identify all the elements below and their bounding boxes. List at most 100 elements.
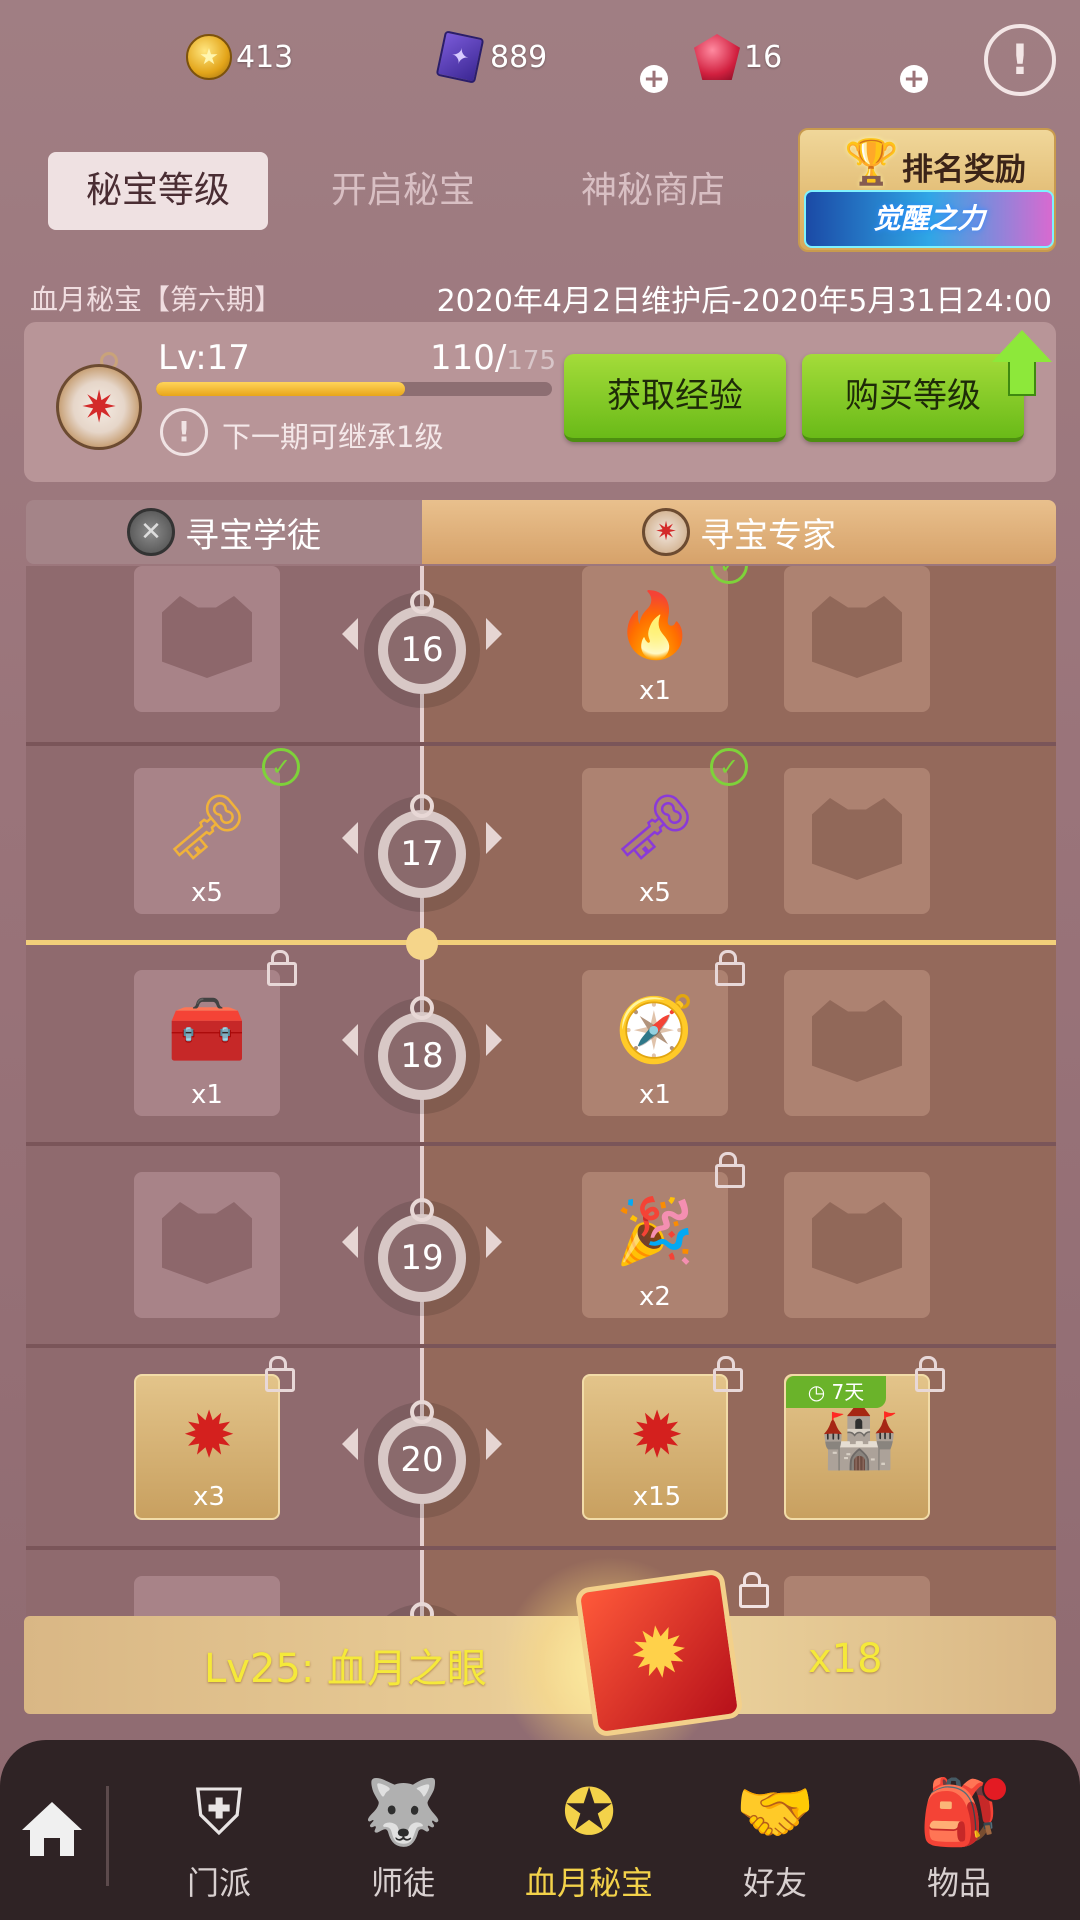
reward-slot-blood-eye[interactable]: ✹ x15: [582, 1356, 743, 1520]
reward-qty: x1: [639, 676, 671, 706]
nav-label: 门派: [186, 1864, 251, 1902]
up-arrow-icon: [992, 330, 1052, 362]
reward-slot-purple-key[interactable]: 🗝 x5 ✓: [582, 748, 748, 914]
season-date-range: 2020年4月2日维护后-2020年5月31日24:00: [436, 284, 1052, 319]
rank-reward-button[interactable]: 🏆 排名奖励 觉醒之力: [798, 128, 1056, 252]
level-node: 19: [378, 1198, 466, 1302]
add-cards-button[interactable]: +: [640, 65, 668, 93]
lock-icon: [264, 950, 297, 986]
rank-reward-title: 排名奖励: [902, 152, 1026, 188]
nav-label: 好友: [742, 1864, 807, 1902]
info-icon[interactable]: !: [160, 408, 208, 456]
reward-slot-partial[interactable]: [784, 1576, 930, 1616]
empty-box-icon: [162, 596, 252, 678]
reward-slot-empty[interactable]: [134, 566, 280, 712]
check-icon: ✓: [710, 566, 748, 584]
reward-slot-chest[interactable]: 🧰 x1: [134, 950, 297, 1116]
reward-slot-empty[interactable]: [134, 1172, 280, 1318]
reward-qty: x5: [191, 878, 223, 908]
empty-box-icon: [812, 1000, 902, 1082]
buy-level-button[interactable]: 购买等级: [802, 354, 1024, 442]
reward-row-18: 🧰 x1 18 🧭 x1: [26, 944, 1056, 1147]
compass-icon: ✷: [56, 352, 144, 450]
track-apprentice-header[interactable]: ✕ 寻宝学徒: [26, 500, 422, 564]
lock-icon: [736, 1572, 769, 1608]
reward-slot-mansion[interactable]: 🏰 ◷ 7天: [784, 1356, 945, 1520]
blood-eye-icon: ✹: [574, 1568, 744, 1738]
arrow-right-icon: [486, 1226, 502, 1258]
alert-icon[interactable]: !: [984, 24, 1056, 96]
reward-slot-blood-eye[interactable]: ✹ x3: [134, 1356, 295, 1520]
nav-item-items[interactable]: 🎒 物品: [884, 1774, 1034, 1914]
reward-slot-gold-key[interactable]: 🗝 x5 ✓: [134, 748, 300, 914]
up-arrow-stem: [1008, 362, 1036, 396]
add-gems-button[interactable]: +: [900, 65, 928, 93]
reward-slot-compass[interactable]: 🧭 x1: [582, 950, 745, 1116]
nav-label: 师徒: [370, 1864, 435, 1902]
xp-text: 110/175: [430, 338, 556, 378]
grey-compass-icon: ✕: [127, 508, 175, 556]
level-node: 17: [378, 794, 466, 898]
level-number: 18: [388, 1022, 456, 1090]
level-node: 16: [378, 590, 466, 694]
track-expert-header[interactable]: ✷ 寻宝专家: [422, 500, 1056, 564]
reward-slot-empty[interactable]: [784, 970, 930, 1116]
compass-icon: ✪: [562, 1776, 616, 1850]
shield-icon: ⛨: [195, 1776, 243, 1850]
tab-mystery-shop[interactable]: 神秘商店: [543, 152, 763, 230]
timer-text: 7天: [831, 1380, 865, 1404]
reward-slot-partial[interactable]: [134, 1576, 280, 1616]
arrow-right-icon: [486, 822, 502, 854]
torch-icon: 🔥: [615, 589, 695, 663]
reward-slot-empty[interactable]: [784, 768, 930, 914]
arrow-left-icon: [342, 1024, 358, 1056]
red-compass-icon: 🧭: [615, 993, 695, 1067]
reward-track[interactable]: 16 🔥 x1 ✓ 🗝 x5 ✓ 17 🗝 x5 ✓: [26, 566, 1056, 1616]
tab-open-treasure[interactable]: 开启秘宝: [298, 152, 508, 230]
reward-slot-empty[interactable]: [784, 1172, 930, 1318]
get-exp-button[interactable]: 获取经验: [564, 354, 786, 442]
arrow-right-icon: [486, 1024, 502, 1056]
level-number: 20: [388, 1426, 456, 1494]
nav-item-blood-moon-treasure[interactable]: ✪ 血月秘宝: [514, 1774, 664, 1914]
milestone-title: Lv25: 血月之眼: [204, 1646, 488, 1692]
reward-qty: x1: [639, 1080, 671, 1110]
gem-currency: 16: [694, 32, 782, 82]
tab-treasure-level[interactable]: 秘宝等级: [48, 152, 268, 230]
lock-icon: [712, 1152, 745, 1188]
trophy-icon: 🏆: [844, 137, 899, 188]
reward-slot-empty[interactable]: [784, 566, 930, 712]
gold-key-icon: 🗝: [166, 791, 248, 865]
party-popper-icon: 🎉: [615, 1195, 695, 1269]
reward-slot-party-popper[interactable]: 🎉 x2: [582, 1152, 745, 1318]
home-icon[interactable]: [16, 1798, 86, 1868]
notification-dot: [982, 1776, 1008, 1802]
wolf-icon: 🐺: [363, 1776, 443, 1850]
reward-qty: x1: [191, 1080, 223, 1110]
coin-icon: ★: [186, 34, 232, 80]
nav-item-friends[interactable]: 🤝 好友: [700, 1774, 850, 1914]
treasure-chest-icon: 🧰: [167, 993, 247, 1067]
lock-icon: [262, 1356, 295, 1392]
reward-row-20: ✹ x3 20 ✹ x15 🏰 ◷ 7天: [26, 1348, 1056, 1551]
reward-qty: x5: [639, 878, 671, 908]
reward-qty: x15: [632, 1482, 682, 1512]
reward-slot-torch[interactable]: 🔥 x1 ✓: [582, 566, 748, 712]
nav-item-mentor[interactable]: 🐺 师徒: [328, 1774, 478, 1914]
arrow-left-icon: [342, 618, 358, 650]
level-number: 17: [388, 820, 456, 888]
reward-qty: x3: [193, 1482, 225, 1512]
card-icon: ✦: [435, 30, 485, 84]
level-text: Lv:17: [158, 338, 250, 378]
nav-divider: [106, 1786, 109, 1886]
gem-count: 16: [744, 39, 783, 75]
nav-item-sect[interactable]: ⛨ 门派: [144, 1774, 294, 1914]
track-apprentice-label: 寻宝学徒: [185, 515, 321, 556]
purple-key-icon: 🗝: [614, 791, 696, 865]
blood-eye-icon: ✹: [630, 1399, 684, 1473]
empty-box-icon: [812, 798, 902, 880]
arrow-right-icon: [486, 618, 502, 650]
level-node: 20: [378, 1400, 466, 1504]
milestone-reward-banner[interactable]: Lv25: 血月之眼 ✹ x18: [24, 1556, 1056, 1776]
season-name: 血月秘宝【第六期】: [30, 283, 283, 316]
